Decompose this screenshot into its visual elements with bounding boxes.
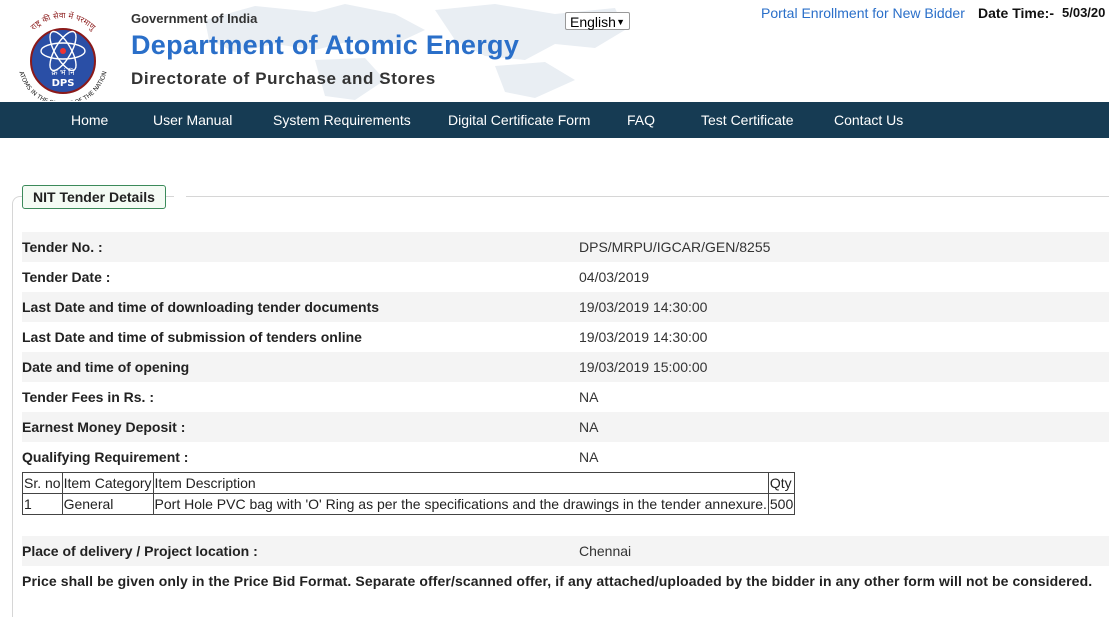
table-header-cell: Item Category [61,472,154,494]
detail-row-tender-no: Tender No. : DPS/MRPU/IGCAR/GEN/8255 [22,232,1109,262]
table-cell: Port Hole PVC bag with 'O' Ring as per t… [152,493,769,515]
detail-label: Earnest Money Deposit : [22,419,186,435]
section-title: NIT Tender Details [22,185,166,209]
detail-row-emd: Earnest Money Deposit : NA [22,412,1109,442]
price-bid-note: Price shall be given only in the Price B… [22,573,1093,589]
detail-label: Place of delivery / Project location : [22,543,258,559]
detail-row-tender-date: Tender Date : 04/03/2019 [22,262,1109,292]
detail-row-download-date: Last Date and time of downloading tender… [22,292,1109,322]
nav-home[interactable]: Home [71,102,108,138]
department-title: Department of Atomic Energy [131,30,520,60]
detail-row-qualifying: Qualifying Requirement : NA [22,442,1109,472]
detail-label: Tender Fees in Rs. : [22,389,154,405]
table-cell: 1 [22,493,63,515]
main-nav: Home User Manual System Requirements Dig… [0,102,1109,138]
detail-row-tender-fees: Tender Fees in Rs. : NA [22,382,1109,412]
chevron-down-icon: ▼ [616,17,625,27]
detail-value: DPS/MRPU/IGCAR/GEN/8255 [579,239,771,255]
directorate-subtitle: Directorate of Purchase and Stores [131,69,436,88]
table-header-cell: Sr. no [22,472,63,494]
language-select-value: English [570,14,616,30]
detail-value: NA [579,389,599,405]
nav-contact-us[interactable]: Contact Us [834,102,903,138]
nav-test-certificate[interactable]: Test Certificate [701,102,794,138]
detail-value: 04/03/2019 [579,269,650,285]
detail-row-submission-date: Last Date and time of submission of tend… [22,322,1109,352]
detail-value: NA [579,419,599,435]
logo-hindi-text: क्र भं नि [51,67,75,77]
table-row: 1 General Port Hole PVC bag with 'O' Rin… [22,493,796,515]
dps-logo: राष्ट्र की सेवा में परमाणु ATOMS IN THE … [8,9,118,102]
nav-user-manual[interactable]: User Manual [153,102,232,138]
items-table: Sr. no Item Category Item Description Qt… [22,472,796,515]
detail-value: 19/03/2019 15:00:00 [579,359,708,375]
table-cell: General [61,493,154,515]
detail-value: 19/03/2019 14:30:00 [579,329,708,345]
detail-label: Qualifying Requirement : [22,449,189,465]
table-header-cell: Item Description [152,472,769,494]
detail-label: Date and time of opening [22,359,190,375]
portal-enrollment-link[interactable]: Portal Enrollment for New Bidder [761,5,965,21]
datetime-label: Date Time:- [978,5,1054,21]
nav-system-requirements[interactable]: System Requirements [273,102,411,138]
nav-faq[interactable]: FAQ [627,102,655,138]
detail-label: Tender No. : [22,239,103,255]
nav-digital-certificate-form[interactable]: Digital Certificate Form [448,102,590,138]
detail-row-delivery: Place of delivery / Project location : C… [22,536,1109,566]
detail-value: 19/03/2019 14:30:00 [579,299,708,315]
logo-abbr-text: DPS [52,78,75,89]
table-header-row: Sr. no Item Category Item Description Qt… [22,472,796,494]
detail-value: NA [579,449,599,465]
datetime-value: 5/03/20 [1062,5,1106,20]
detail-value: Chennai [579,543,632,559]
site-header: राष्ट्र की सेवा में परमाणु ATOMS IN THE … [0,0,1109,102]
language-select[interactable]: English ▼ [565,12,630,30]
table-cell: 500 [767,493,796,515]
detail-row-opening-date: Date and time of opening 19/03/2019 15:0… [22,352,1109,382]
detail-label: Last Date and time of submission of tend… [22,329,362,345]
detail-label: Last Date and time of downloading tender… [22,299,380,315]
detail-label: Tender Date : [22,269,111,285]
table-header-cell: Qty [767,472,796,494]
government-label: Government of India [131,11,258,26]
